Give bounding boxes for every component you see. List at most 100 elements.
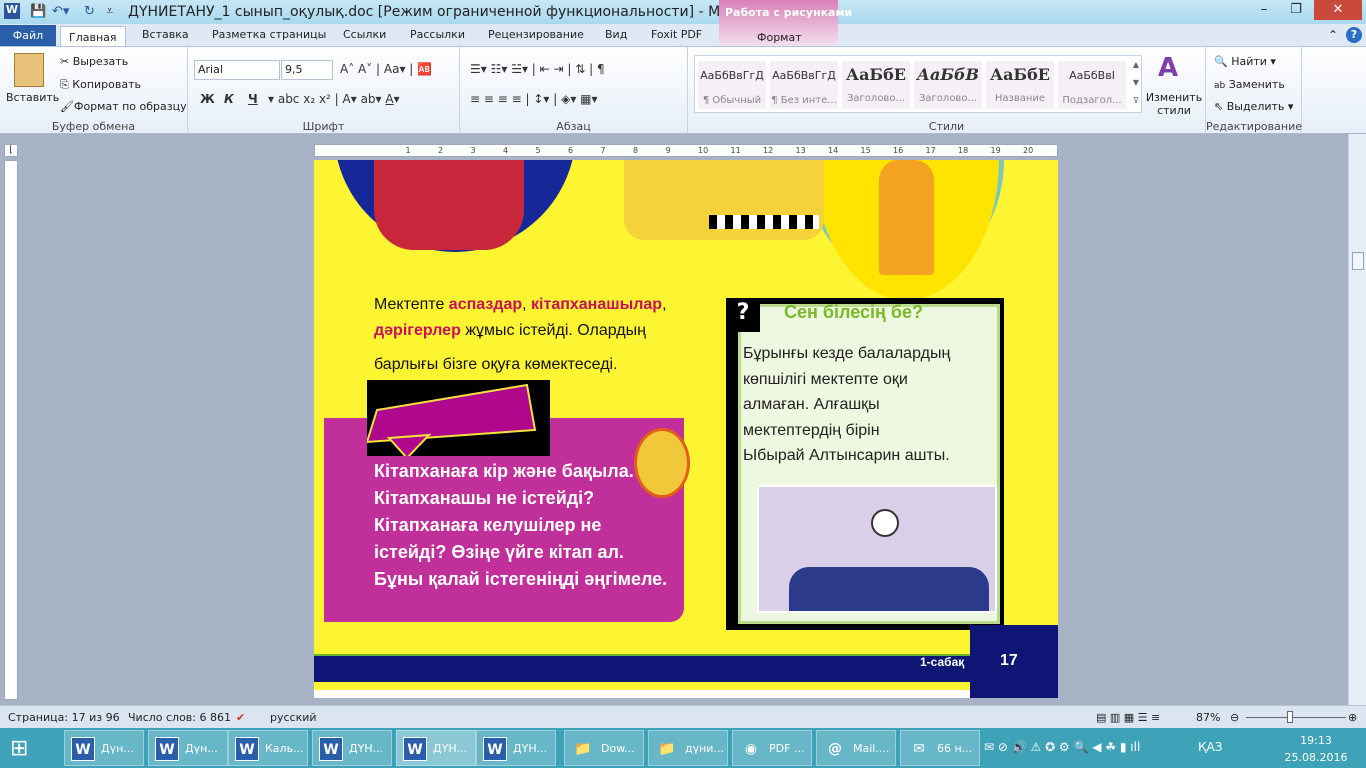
font-size-select[interactable]: 9,5 [281, 60, 333, 80]
document-page[interactable]: Мектепте аспаздар, кітапханашылар, дәріг… [314, 160, 1058, 698]
close-button[interactable]: ✕ [1314, 0, 1362, 20]
tab-foxit-pdf[interactable]: Foxit PDF [643, 24, 710, 46]
window-title: ДҮНИЕТАНУ_1 сынып_оқулық.doc [Режим огра… [128, 4, 734, 20]
proofing-icon[interactable]: ✔ [236, 711, 245, 724]
taskbar-button[interactable]: 📁 Dow... [564, 730, 644, 766]
zoom-level[interactable]: 87% [1196, 711, 1220, 724]
italic-button[interactable]: К [224, 92, 234, 106]
intro-part: жұмыс істейді. Олардың [460, 322, 646, 339]
scrollbar-thumb[interactable] [1352, 252, 1364, 270]
taskbar-button[interactable]: W ДҮН... [312, 730, 392, 766]
clock[interactable]: 19:13 25.08.2016 [1282, 734, 1350, 764]
word-icon: W [155, 737, 179, 761]
font-format-icons[interactable]: ▾ abc x₂ x² | A▾ ab▾ A▾ [268, 92, 400, 106]
redo-icon[interactable]: ↻ [84, 4, 95, 19]
tab-page-layout[interactable]: Разметка страницы [204, 24, 334, 46]
copy-button[interactable]: ⎘ Копировать [60, 78, 141, 92]
tab-insert[interactable]: Вставка [134, 24, 197, 46]
taskbar-button[interactable]: W Дүн... [148, 730, 228, 766]
taskbar-button-label: ДҮН... [349, 742, 384, 755]
taskbar-button[interactable]: W Каль... [228, 730, 308, 766]
tab-home[interactable]: Главная [60, 26, 126, 47]
zoom-out-button[interactable]: ⊖ [1230, 711, 1239, 724]
zoom-slider[interactable] [1246, 717, 1346, 718]
alignment-icons[interactable]: ≡ ≡ ≡ ≡ | ↕▾ | ◈▾ ▦▾ [470, 92, 598, 106]
style-preview: АаБбВвГгД [772, 69, 836, 82]
taskbar-button-label: Каль... [265, 742, 304, 755]
ruler-tick: 11 [730, 146, 741, 155]
tab-references[interactable]: Ссылки [335, 24, 394, 46]
style-subtitle[interactable]: АаБбВвI Подзагол... [1058, 61, 1126, 109]
taskbar-button[interactable]: W Дүн... [64, 730, 144, 766]
style-preview: АаБбЕ [846, 65, 906, 84]
taskbar-button-label: Дүн... [185, 742, 218, 755]
keyword-cooks: аспаздар [448, 296, 523, 313]
collapse-ribbon-icon[interactable]: ⌃ [1328, 28, 1338, 42]
underline-button[interactable]: Ч [248, 92, 258, 106]
ruler-tick: 1 [405, 146, 411, 155]
vertical-ruler[interactable] [4, 160, 18, 700]
minimize-button[interactable]: – [1250, 0, 1278, 20]
list-indent-icons[interactable]: ☰▾ ☷▾ ☱▾ | ⇤ ⇥ | ⇅ | ¶ [470, 62, 605, 76]
start-button[interactable]: ⊞ [10, 736, 28, 761]
save-icon[interactable]: 💾 [30, 4, 46, 19]
style-title[interactable]: АаБбЕ Название [986, 61, 1054, 109]
style-heading-1[interactable]: АаБбЕ Заголово... [842, 61, 910, 109]
taskbar-button[interactable]: @ Mail.... [816, 730, 896, 766]
style-heading-2[interactable]: АаБбВ Заголово... [914, 61, 982, 109]
paste-icon[interactable] [14, 53, 44, 87]
lesson-label: 1-сабақ [920, 655, 965, 669]
taskbar-button[interactable]: 📁 дүни... [648, 730, 728, 766]
customize-quick-access-icon[interactable]: ⩡ [106, 4, 113, 19]
intro-part: барлығы бізге оқуға көмектеседі. [374, 356, 618, 373]
find-button[interactable]: 🔍 Найти ▾ [1214, 55, 1276, 68]
tab-review[interactable]: Рецензирование [480, 24, 592, 46]
taskbar-button[interactable]: W ДҮН... [396, 730, 476, 766]
ribbon-tabs: Файл Главная Вставка Разметка страницы С… [0, 24, 1366, 47]
replace-button[interactable]: ab Заменить [1214, 78, 1285, 91]
vertical-scrollbar[interactable] [1348, 134, 1366, 705]
format-painter-button[interactable]: 🖌Формат по образцу [60, 100, 187, 113]
ruler-tick: 2 [438, 146, 444, 155]
folder-icon: 📁 [658, 741, 676, 757]
input-language[interactable]: ҚАЗ [1198, 740, 1222, 754]
view-buttons[interactable]: ▤ ▥ ▦ ☰ ≡ [1096, 711, 1160, 724]
taskbar-button-label: Дүн... [101, 742, 134, 755]
word-count[interactable]: Число слов: 6 861 [128, 711, 231, 724]
keyword-doctors: дәрігерлер [374, 322, 461, 339]
select-button[interactable]: ⇖ Выделить ▾ [1214, 100, 1293, 113]
system-tray-icons[interactable]: ✉ ⊘ 🔊 ⚠ ✪ ⚙ 🔍 ◀ ☘ ▮ ıll [984, 740, 1140, 754]
zoom-in-button[interactable]: ⊕ [1348, 711, 1357, 724]
restore-button[interactable]: ❐ [1282, 0, 1310, 20]
font-name-select[interactable]: Arial [194, 60, 280, 80]
zoom-slider-thumb[interactable] [1287, 711, 1293, 723]
styles-scroll-buttons[interactable]: ▲ ▼ ⊽ [1130, 56, 1142, 112]
taskbar-button[interactable]: W ДҮН... [476, 730, 556, 766]
intro-text: Мектепте аспаздар, кітапханашылар, дәріг… [374, 292, 667, 378]
bold-button[interactable]: Ж [200, 92, 215, 106]
horizontal-ruler[interactable]: 1 2 3 4 5 6 7 8 9 10 11 12 13 14 15 16 17 18 19 20 [314, 144, 1058, 157]
language[interactable]: русский [270, 711, 317, 724]
tab-file[interactable]: Файл [0, 25, 56, 47]
taskbar-button[interactable]: ✉ 66 н... [900, 730, 980, 766]
taxi-checker-stripe [709, 215, 819, 229]
undo-icon[interactable]: ↶▾ [52, 4, 69, 19]
chrome-icon: ◉ [744, 741, 758, 757]
tab-view[interactable]: Вид [597, 24, 635, 46]
style-no-spacing[interactable]: АаБбВвГгД ¶ Без инте... [770, 61, 838, 109]
change-styles-button[interactable]: Изменить стили [1144, 91, 1204, 117]
tab-selector[interactable]: ⌊ [4, 144, 18, 157]
intro-comma: , [662, 296, 667, 313]
style-normal[interactable]: АаБбВвГгД ¶ Обычный [698, 61, 766, 109]
taskbar-button[interactable]: ◉ PDF ... [732, 730, 812, 766]
change-styles-icon[interactable]: A [1158, 53, 1178, 83]
taskbar-button-label: ДҮН... [433, 742, 468, 755]
page-count[interactable]: Страница: 17 из 96 [8, 711, 120, 724]
fact-line: Бұрынғы кезде балалардың [743, 345, 951, 362]
task-line: істейді? Өзіңе үйге кітап ал. [374, 542, 624, 562]
cut-button[interactable]: ✂ Вырезать [60, 55, 128, 68]
paste-button[interactable]: Вставить [6, 91, 59, 104]
grow-shrink-font-icons[interactable]: A˄ A˅ | Aa▾ | 🆎 [340, 62, 432, 76]
help-icon[interactable]: ? [1346, 27, 1362, 43]
tab-mailings[interactable]: Рассылки [402, 24, 473, 46]
